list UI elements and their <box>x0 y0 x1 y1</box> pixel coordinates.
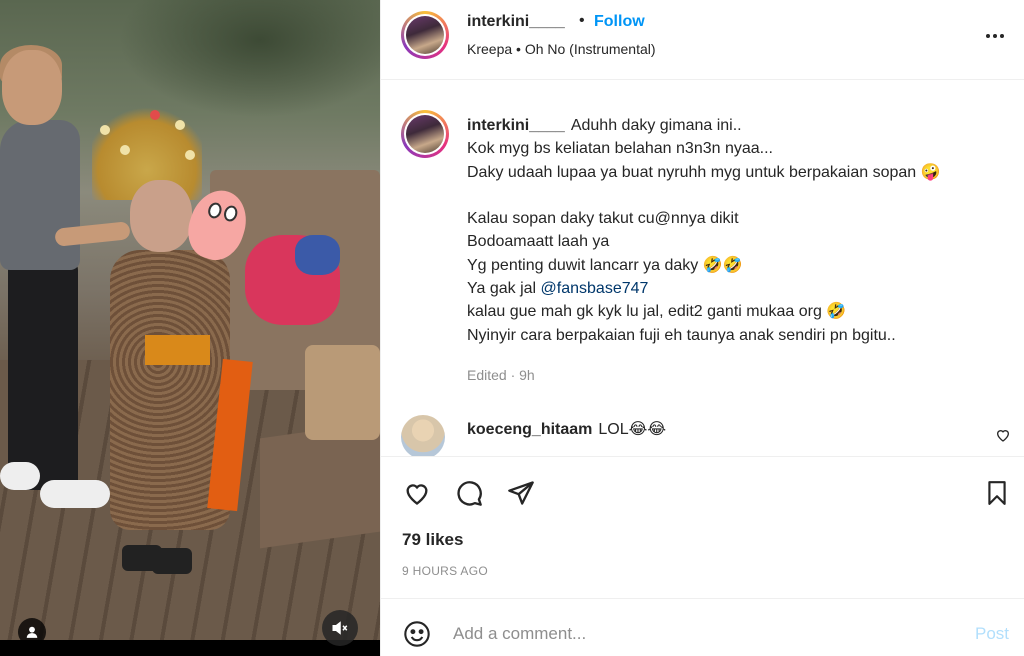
video-frame <box>0 0 380 640</box>
post-header: interkini____ • Follow Kreepa • Oh No (I… <box>381 0 1024 80</box>
share-icon[interactable] <box>505 477 537 509</box>
comments-section[interactable]: interkini____ Aduhh daky gimana ini.. Kok… <box>381 81 1024 456</box>
add-comment-bar: Post <box>381 598 1024 656</box>
mention-link[interactable]: @fansbase747 <box>541 280 649 297</box>
emoji-icon[interactable] <box>401 618 433 650</box>
commenter-avatar[interactable] <box>401 415 445 456</box>
caption-line: Bodoamaatt laah ya <box>467 233 610 251</box>
comment-item: koeceng_hitaam LOL😂😂 <box>467 419 666 439</box>
caption-line: Kalau sopan daky takut cu@nnya dikit <box>467 210 739 228</box>
post-panel: interkini____ • Follow Kreepa • Oh No (I… <box>380 0 1024 656</box>
caption-line: Ya gak jal <box>467 280 537 298</box>
comment-icon[interactable] <box>453 477 485 509</box>
user-tag-icon[interactable] <box>18 618 46 646</box>
more-icon[interactable] <box>981 24 1009 48</box>
author-avatar[interactable] <box>401 11 449 59</box>
post-media[interactable] <box>0 0 380 656</box>
comment-input[interactable] <box>453 621 953 647</box>
audio-label[interactable]: Kreepa • Oh No (Instrumental) <box>467 41 656 57</box>
heart-icon[interactable] <box>401 477 433 509</box>
caption-avatar[interactable] <box>401 110 449 158</box>
separator-dot: • <box>579 12 585 29</box>
caption-line: Aduhh daky gimana ini.. <box>570 117 742 134</box>
mute-icon[interactable] <box>322 610 358 646</box>
caption-username[interactable]: interkini____ <box>467 117 565 134</box>
caption-line: kalau gue mah gk kyk lu jal, edit2 ganti… <box>467 303 847 321</box>
comment-heart-icon[interactable] <box>995 427 1015 447</box>
post-timestamp[interactable]: 9 HOURS AGO <box>402 564 488 578</box>
post-button[interactable]: Post <box>975 624 1009 644</box>
caption-line: Daky udaah lupaa ya buat nyruhh myg untu… <box>467 163 941 181</box>
caption-line: Kok myg bs keliatan belahan n3n3n nyaa..… <box>467 140 773 158</box>
caption-line <box>467 184 1007 207</box>
follow-button[interactable]: Follow <box>594 13 645 31</box>
edited-timestamp: Edited · 9h <box>467 367 535 383</box>
caption-line: Nyinyir cara berpakaian fuji eh taunya a… <box>467 326 896 344</box>
commenter-username[interactable]: koeceng_hitaam <box>467 421 592 438</box>
likes-count[interactable]: 79 likes <box>402 530 463 550</box>
bookmark-icon[interactable] <box>981 477 1013 509</box>
action-bar <box>381 456 1024 524</box>
comment-text: LOL😂😂 <box>598 421 667 438</box>
caption-line: Yg penting duwit lancarr ya daky 🤣🤣 <box>467 256 743 274</box>
post-caption: interkini____ Aduhh daky gimana ini.. Kok… <box>467 114 1007 347</box>
author-username[interactable]: interkini____ <box>467 13 565 31</box>
